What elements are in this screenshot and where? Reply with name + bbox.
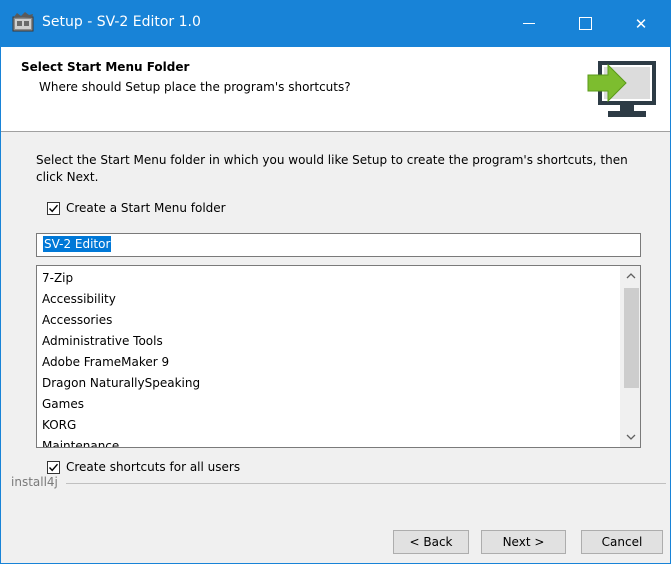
page-subtitle: Where should Setup place the program's s… [39, 80, 351, 94]
folder-list: 7-Zip Accessibility Accessories Administ… [42, 268, 612, 447]
setup-window: Setup - SV-2 Editor 1.0 ✕ Select Start M… [0, 0, 671, 564]
installer-icon [12, 12, 34, 32]
title-bar[interactable]: Setup - SV-2 Editor 1.0 ✕ [1, 0, 671, 47]
list-item[interactable]: Dragon NaturallySpeaking [42, 373, 612, 394]
list-item[interactable]: Accessories [42, 310, 612, 331]
back-button[interactable]: < Back [393, 530, 469, 554]
list-item[interactable]: Maintenance [42, 436, 612, 447]
window-title: Setup - SV-2 Editor 1.0 [42, 14, 201, 30]
list-scrollbar[interactable] [620, 266, 640, 447]
brand-label: install4j [11, 475, 66, 489]
chevron-up-icon [626, 273, 636, 279]
list-item[interactable]: Administrative Tools [42, 331, 612, 352]
all-users-label: Create shortcuts for all users [66, 460, 241, 474]
list-item[interactable]: KORG [42, 415, 612, 436]
create-folder-checkbox-box[interactable] [47, 201, 60, 215]
scroll-up-button[interactable] [621, 266, 640, 286]
list-item[interactable]: 7-Zip [42, 268, 612, 289]
list-item[interactable]: Accessibility [42, 289, 612, 310]
maximize-button[interactable] [562, 0, 608, 47]
chevron-down-icon [626, 434, 636, 440]
checkmark-icon [48, 204, 59, 212]
scroll-down-button[interactable] [621, 427, 640, 447]
checkmark-icon [48, 463, 59, 471]
wizard-header: Select Start Menu Folder Where should Se… [1, 47, 670, 132]
divider-line [11, 483, 666, 484]
close-button[interactable]: ✕ [618, 0, 664, 47]
folder-name-input[interactable]: SV-2 Editor [36, 233, 641, 257]
folder-name-value: SV-2 Editor [43, 236, 112, 252]
cancel-button[interactable]: Cancel [581, 530, 663, 554]
minimize-icon [523, 23, 535, 24]
computer-install-arrow-icon [587, 61, 656, 117]
brand-divider: install4j [11, 475, 666, 489]
all-users-checkbox-box[interactable] [47, 460, 60, 474]
folder-listbox[interactable]: 7-Zip Accessibility Accessories Administ… [36, 265, 641, 448]
page-title: Select Start Menu Folder [21, 60, 190, 74]
maximize-icon [578, 17, 592, 30]
all-users-checkbox[interactable]: Create shortcuts for all users [47, 460, 240, 474]
minimize-button[interactable] [506, 0, 552, 47]
create-folder-label: Create a Start Menu folder [66, 201, 226, 215]
instructions-text: Select the Start Menu folder in which yo… [36, 153, 628, 184]
create-folder-checkbox[interactable]: Create a Start Menu folder [47, 201, 226, 215]
next-button[interactable]: Next > [481, 530, 566, 554]
close-icon: ✕ [634, 14, 648, 33]
list-item[interactable]: Adobe FrameMaker 9 [42, 352, 612, 373]
list-item[interactable]: Games [42, 394, 612, 415]
scroll-thumb[interactable] [624, 288, 639, 388]
